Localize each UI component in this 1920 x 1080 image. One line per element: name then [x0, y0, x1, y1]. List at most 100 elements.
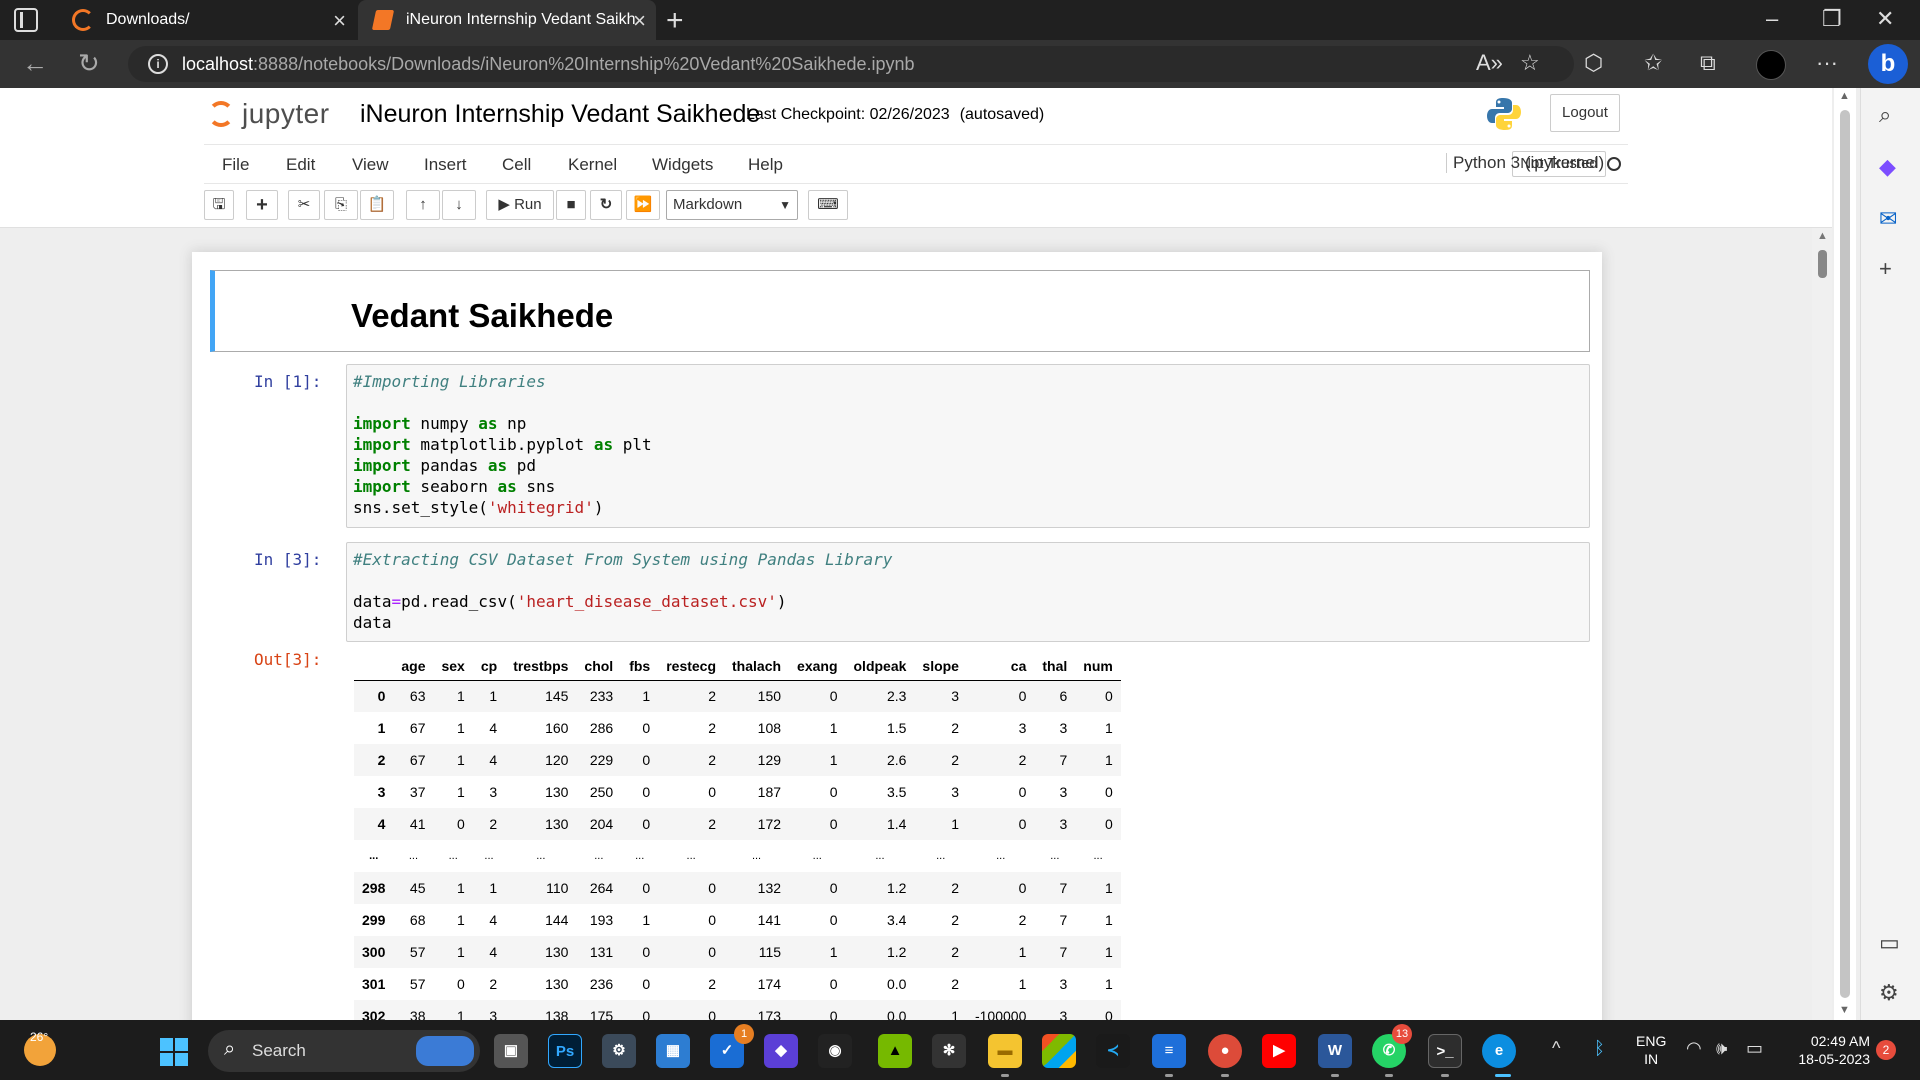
- media-app-icon[interactable]: ▦: [656, 1034, 690, 1068]
- davinci-icon[interactable]: ✻: [932, 1034, 966, 1068]
- search-icon[interactable]: ⌕: [1879, 102, 1891, 128]
- terminal-icon[interactable]: >_: [1428, 1034, 1462, 1068]
- interrupt-button[interactable]: ■: [556, 190, 586, 220]
- add-icon[interactable]: +: [1879, 256, 1892, 282]
- edge-icon[interactable]: e: [1482, 1034, 1516, 1068]
- menu-file[interactable]: File: [222, 155, 249, 175]
- task-view-icon[interactable]: ▣: [494, 1034, 528, 1068]
- file-explorer-icon[interactable]: ▬: [988, 1034, 1022, 1068]
- table-cell: 150: [757, 688, 782, 705]
- markdown-cell[interactable]: Vedant Saikhede: [210, 270, 1590, 352]
- favorite-icon[interactable]: ☆: [1520, 50, 1540, 76]
- favorites-icon[interactable]: ✩: [1644, 50, 1662, 76]
- table-cell: 3: [1018, 720, 1027, 736]
- tab-actions-icon[interactable]: [14, 8, 38, 32]
- copy-button[interactable]: ⎘: [324, 190, 358, 220]
- scroll-up-icon[interactable]: ▲: [1839, 90, 1850, 102]
- scrollbar-thumb[interactable]: [1840, 110, 1850, 998]
- refresh-icon[interactable]: ↻: [78, 48, 100, 79]
- taskbar-search[interactable]: ⌕ Search: [208, 1030, 480, 1072]
- language-indicator[interactable]: ENG IN: [1636, 1032, 1666, 1068]
- restart-run-all-button[interactable]: ⏩: [626, 190, 660, 220]
- notebook-favicon-icon: [371, 10, 395, 30]
- restore-icon[interactable]: ❐: [1822, 6, 1842, 32]
- minimize-icon[interactable]: –: [1766, 6, 1778, 32]
- chrome-icon[interactable]: ●: [1208, 1034, 1242, 1068]
- cell-type-value: Markdown: [673, 196, 743, 213]
- notebook-name[interactable]: iNeuron Internship Vedant Saikhede: [360, 100, 760, 129]
- save-button[interactable]: 🖫: [204, 190, 234, 220]
- close-window-icon[interactable]: ✕: [1876, 6, 1894, 32]
- notification-badge[interactable]: 2: [1876, 1040, 1896, 1060]
- app-icon[interactable]: ◉: [818, 1034, 852, 1068]
- menu-kernel[interactable]: Kernel: [568, 155, 617, 175]
- read-aloud-icon[interactable]: A»: [1476, 50, 1503, 76]
- restart-button[interactable]: ↻: [590, 190, 622, 220]
- code-cell-read-csv[interactable]: #Extracting CSV Dataset From System usin…: [346, 542, 1590, 642]
- table-cell: ...: [635, 850, 645, 862]
- table-cell: 1: [457, 720, 465, 736]
- word-icon[interactable]: W: [1318, 1034, 1352, 1068]
- table-cell: 1.4: [886, 816, 907, 832]
- table-cell: 174: [757, 976, 782, 992]
- close-icon[interactable]: ×: [633, 8, 646, 34]
- paste-button[interactable]: 📋: [360, 190, 394, 220]
- photoshop-icon[interactable]: Ps: [548, 1034, 582, 1068]
- menu-edit[interactable]: Edit: [286, 155, 315, 175]
- url-field[interactable]: i localhost:8888/notebooks/Downloads/iNe…: [128, 46, 1574, 82]
- ms-store-icon[interactable]: [1042, 1034, 1076, 1068]
- site-info-icon[interactable]: i: [148, 54, 168, 74]
- menu-cell[interactable]: Cell: [502, 155, 531, 175]
- profile-avatar[interactable]: [1756, 50, 1786, 80]
- tray-overflow-icon[interactable]: ^: [1552, 1038, 1560, 1059]
- menu-view[interactable]: View: [352, 155, 389, 175]
- scroll-down-icon[interactable]: ▼: [1839, 1004, 1850, 1016]
- menu-help[interactable]: Help: [748, 155, 783, 175]
- battery-icon[interactable]: ▭: [1746, 1038, 1763, 1059]
- gear-icon[interactable]: ⚙: [1879, 980, 1899, 1006]
- cut-button[interactable]: ✂: [288, 190, 320, 220]
- more-icon[interactable]: ···: [1816, 50, 1838, 76]
- menu-widgets[interactable]: Widgets: [652, 155, 713, 175]
- volume-icon[interactable]: 🕪: [1716, 1038, 1727, 1059]
- jupyter-logo[interactable]: jupyter: [208, 98, 330, 130]
- bluetooth-icon[interactable]: ᛒ: [1594, 1038, 1605, 1059]
- logout-button[interactable]: Logout: [1550, 94, 1620, 132]
- table-row: 0 63 1 1 145 233 1 2 150 0 2.3 3 0 6 0: [354, 680, 1121, 712]
- app-icon[interactable]: ◆: [764, 1034, 798, 1068]
- command-palette-button[interactable]: ⌨: [808, 190, 848, 220]
- vscode-icon[interactable]: ≺: [1096, 1034, 1130, 1068]
- collections-icon[interactable]: ⧉: [1700, 50, 1716, 76]
- copilot-icon[interactable]: ◆: [1879, 154, 1896, 180]
- outlook-icon[interactable]: ✉: [1879, 206, 1897, 232]
- new-tab-icon[interactable]: +: [666, 4, 684, 38]
- back-icon[interactable]: ←: [22, 48, 48, 79]
- scroll-up-icon[interactable]: ▲: [1817, 230, 1828, 242]
- clock[interactable]: 02:49 AM 18-05-2023: [1786, 1032, 1870, 1068]
- bing-chat-icon[interactable]: b: [1868, 44, 1908, 84]
- move-up-button[interactable]: ↑: [406, 190, 440, 220]
- kernel-name[interactable]: Python 3 (ipykernel): [1446, 153, 1604, 173]
- code-cell-imports[interactable]: #Importing Libraries import numpy as np …: [346, 364, 1590, 528]
- tab-notebook[interactable]: iNeuron Internship Vedant Saikhede ×: [358, 0, 656, 40]
- wifi-icon[interactable]: ◠: [1686, 1038, 1702, 1059]
- scrollbar-thumb[interactable]: [1818, 250, 1827, 278]
- menu-insert[interactable]: Insert: [424, 155, 467, 175]
- run-button[interactable]: ▶ Run: [486, 190, 554, 220]
- extensions-icon[interactable]: ⬡: [1584, 50, 1603, 76]
- insert-cell-button[interactable]: +: [246, 190, 278, 220]
- cell-type-select[interactable]: Markdown ▼: [666, 190, 798, 220]
- nvidia-icon[interactable]: ▲: [878, 1034, 912, 1068]
- settings-app-icon[interactable]: ⚙: [602, 1034, 636, 1068]
- table-cell: 0: [829, 816, 838, 832]
- sidebar-panel-icon[interactable]: ▭: [1879, 930, 1900, 956]
- move-down-button[interactable]: ↓: [442, 190, 476, 220]
- notebook-scrollbar[interactable]: ▲: [1812, 228, 1832, 1020]
- notepad-icon[interactable]: ≡: [1152, 1034, 1186, 1068]
- page-scrollbar[interactable]: ▲ ▼: [1834, 88, 1856, 1020]
- close-icon[interactable]: ×: [333, 8, 346, 34]
- youtube-icon[interactable]: ▶: [1262, 1034, 1296, 1068]
- tab-downloads[interactable]: Downloads/ ×: [60, 0, 356, 40]
- table-cell: 0: [1105, 784, 1113, 800]
- windows-start-icon[interactable]: [160, 1038, 188, 1066]
